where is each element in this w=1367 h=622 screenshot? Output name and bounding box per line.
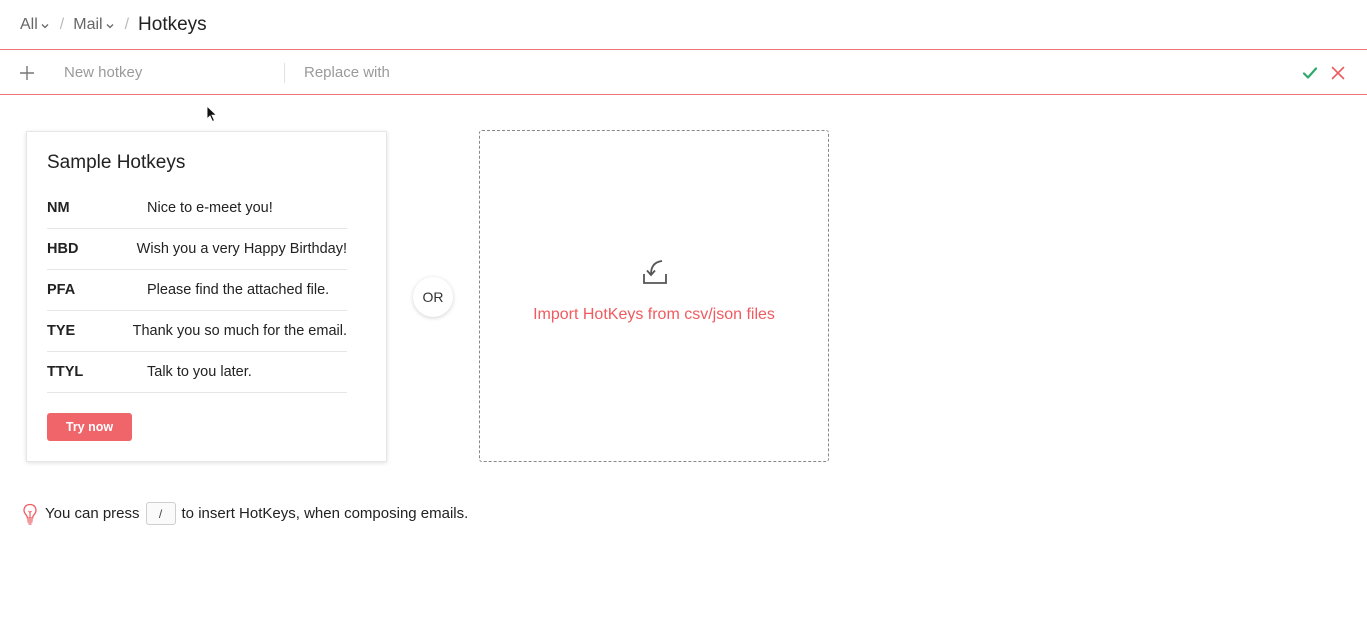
divider xyxy=(284,63,285,83)
tip-text-before: You can press xyxy=(45,505,140,522)
sample-hotkey-row: PFA Please find the attached file. xyxy=(47,270,347,311)
breadcrumb-all[interactable]: All xyxy=(20,16,49,34)
tip-text-after: to insert HotKeys, when composing emails… xyxy=(181,505,469,522)
sample-hotkey-row: TTYL Talk to you later. xyxy=(47,352,347,393)
sample-hotkey-key: PFA xyxy=(47,282,76,298)
sample-hotkey-key: TTYL xyxy=(47,364,84,380)
chevron-down-icon xyxy=(106,23,114,28)
sample-hotkeys-list: NM Nice to e-meet you! HBD Wish you a ve… xyxy=(47,188,347,393)
sample-hotkey-row: TYE Thank you so much for the email. xyxy=(47,311,347,352)
hotkey-input-bar xyxy=(0,49,1367,95)
breadcrumb-all-label: All xyxy=(20,16,38,33)
import-hotkeys-link[interactable]: Import HotKeys from csv/json files xyxy=(480,306,828,324)
sample-hotkey-value: Thank you so much for the email. xyxy=(132,323,347,339)
check-icon[interactable] xyxy=(1302,65,1318,81)
import-tray-icon xyxy=(643,260,667,284)
breadcrumb-separator: / xyxy=(59,16,65,33)
breadcrumb-mail[interactable]: Mail xyxy=(73,16,114,34)
new-hotkey-input[interactable] xyxy=(64,59,274,85)
page-title: Hotkeys xyxy=(138,14,207,35)
sample-hotkey-key: TYE xyxy=(47,323,76,339)
sample-hotkey-value: Nice to e-meet you! xyxy=(147,200,273,216)
breadcrumb: All / Mail / Hotkeys xyxy=(20,13,207,37)
sample-hotkeys-card: Sample Hotkeys NM Nice to e-meet you! HB… xyxy=(26,131,387,462)
plus-icon[interactable] xyxy=(19,65,35,81)
sample-hotkey-key: NM xyxy=(47,200,70,216)
sample-hotkey-key: HBD xyxy=(47,241,79,257)
lightbulb-icon xyxy=(23,503,37,525)
import-dropzone[interactable]: Import HotKeys from csv/json files xyxy=(479,130,829,462)
sample-hotkeys-title: Sample Hotkeys xyxy=(47,152,186,173)
sample-hotkey-row: NM Nice to e-meet you! xyxy=(47,188,347,229)
close-icon[interactable] xyxy=(1331,66,1345,80)
breadcrumb-separator: / xyxy=(124,16,130,33)
sample-hotkey-value: Please find the attached file. xyxy=(147,282,330,298)
chevron-down-icon xyxy=(41,23,49,28)
sample-hotkey-value: Talk to you later. xyxy=(147,364,252,380)
mouse-cursor-icon xyxy=(206,105,218,123)
breadcrumb-mail-label: Mail xyxy=(73,16,103,33)
slash-key: / xyxy=(145,502,176,525)
try-now-button[interactable]: Try now xyxy=(47,413,132,441)
hotkey-tip: You can press / to insert HotKeys, when … xyxy=(22,502,468,525)
sample-hotkey-value: Wish you a very Happy Birthday! xyxy=(136,241,347,257)
replace-with-input[interactable] xyxy=(304,59,1264,85)
sample-hotkey-row: HBD Wish you a very Happy Birthday! xyxy=(47,229,347,270)
or-divider: OR xyxy=(413,277,453,317)
